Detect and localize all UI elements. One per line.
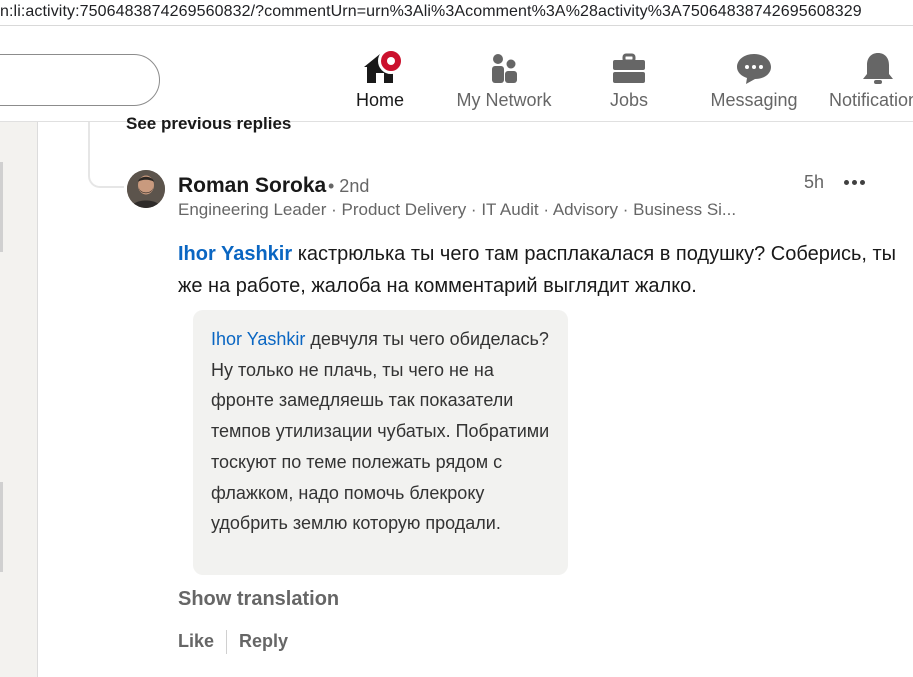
connection-degree: • 2nd <box>328 176 370 196</box>
nav-messaging-label: Messaging <box>710 90 798 110</box>
author-headline: Engineering Leader · Product Delivery · … <box>178 200 737 219</box>
image-text: Ihor Yashkir девчуля ты чего обиделась? … <box>211 324 561 539</box>
notification-badge <box>378 48 404 74</box>
nav-jobs[interactable]: Jobs <box>574 40 684 120</box>
mention-link[interactable]: Ihor Yashkir <box>178 243 292 265</box>
rail-divider <box>0 162 3 252</box>
nav-notifications-label: Notifications <box>828 90 913 110</box>
more-options-button[interactable] <box>844 172 868 192</box>
comment-attached-image[interactable]: Ihor Yashkir девчуля ты чего обиделась? … <box>193 310 568 575</box>
comment-author-name[interactable]: Roman Soroka <box>178 174 326 198</box>
comment-body: Ihor Yashkir кастрюлька ты чего там расп… <box>178 238 898 302</box>
chat-icon <box>737 54 771 84</box>
people-icon <box>492 54 517 83</box>
dot-icon <box>860 180 865 185</box>
nav-home-label: Home <box>355 90 404 110</box>
nav-messaging[interactable]: Messaging <box>700 40 808 120</box>
image-mention: Ihor Yashkir <box>211 329 306 349</box>
comment-actions: Like Reply <box>178 630 288 654</box>
comment-timestamp: 5h <box>804 172 825 192</box>
left-rail <box>0 122 38 677</box>
nav-my-network-label: My Network <box>456 90 552 110</box>
see-previous-replies-link[interactable]: See previous replies <box>126 114 291 134</box>
nav-my-network[interactable]: My Network <box>444 40 564 120</box>
image-body-text: девчуля ты чего обиделась? Ну только не … <box>211 329 550 534</box>
dot-icon <box>844 180 849 185</box>
browser-address-bar[interactable]: n:li:activity:7506483874269560832/?comme… <box>0 0 913 26</box>
url-text[interactable]: n:li:activity:7506483874269560832/?comme… <box>0 3 862 21</box>
avatar[interactable] <box>127 170 165 208</box>
like-button[interactable]: Like <box>178 631 214 652</box>
profile-photo <box>127 170 165 208</box>
nav-notifications[interactable]: Notifications <box>818 40 913 120</box>
thread-connector <box>88 122 124 188</box>
bell-icon <box>863 53 893 84</box>
dot-icon <box>852 180 857 185</box>
comment-thread-card: See previous replies Roman Soroka • 2nd … <box>38 114 913 677</box>
show-translation-button[interactable]: Show translation <box>178 588 339 611</box>
nav-jobs-label: Jobs <box>609 90 649 110</box>
global-nav: Home My Network Jobs Messaging Notificat… <box>0 26 913 134</box>
action-divider <box>226 630 228 654</box>
reply-button[interactable]: Reply <box>239 631 288 652</box>
briefcase-icon <box>613 53 645 83</box>
rail-divider <box>0 482 3 572</box>
search-input[interactable] <box>0 54 160 106</box>
nav-home[interactable]: Home <box>318 40 442 134</box>
